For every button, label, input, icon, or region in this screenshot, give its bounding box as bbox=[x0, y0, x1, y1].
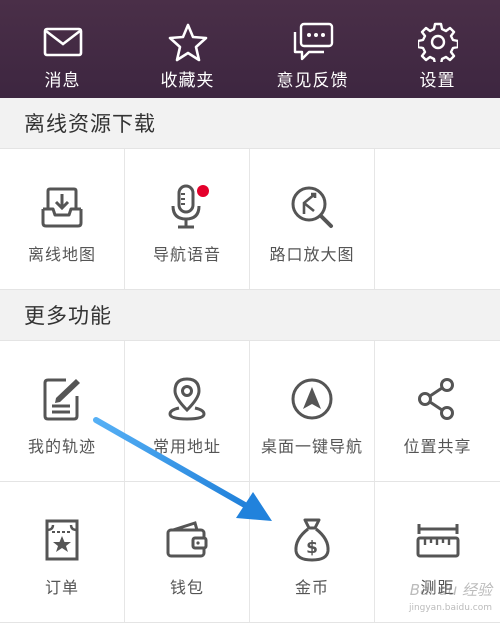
desktop-navigation-label: 桌面一键导航 bbox=[260, 437, 363, 456]
navigation-arrow-icon bbox=[288, 375, 336, 423]
measure-distance-label: 测距 bbox=[420, 578, 455, 597]
gold-coins-label: 金币 bbox=[294, 578, 329, 597]
location-share-label: 位置共享 bbox=[403, 437, 472, 456]
feedback-button[interactable]: 意见反馈 bbox=[250, 0, 375, 98]
nav-voice-label: 导航语音 bbox=[152, 245, 221, 264]
new-badge bbox=[197, 185, 209, 197]
orders-item[interactable]: 订单 bbox=[0, 482, 125, 622]
orders-label: 订单 bbox=[44, 578, 79, 597]
junction-zoom-label: 路口放大图 bbox=[269, 245, 355, 264]
share-icon bbox=[414, 375, 462, 423]
settings-button[interactable]: 设置 bbox=[375, 0, 500, 98]
offline-section-title: 离线资源下载 bbox=[0, 98, 500, 148]
top-toolbar: 消息 收藏夹 意见反馈 设置 bbox=[0, 0, 500, 98]
common-address-item[interactable]: 常用地址 bbox=[125, 341, 250, 481]
junction-zoom-icon bbox=[288, 183, 336, 231]
favorites-button[interactable]: 收藏夹 bbox=[125, 0, 250, 98]
money-bag-icon: $ bbox=[288, 516, 336, 564]
messages-label: 消息 bbox=[44, 71, 81, 91]
offline-grid: 离线地图 导航语音 路口放大图 bbox=[0, 148, 500, 290]
wallet-label: 钱包 bbox=[169, 578, 204, 597]
junction-zoom-item[interactable]: 路口放大图 bbox=[250, 149, 375, 289]
envelope-icon bbox=[41, 22, 85, 62]
feedback-label: 意见反馈 bbox=[276, 71, 349, 91]
my-track-item[interactable]: 我的轨迹 bbox=[0, 341, 125, 481]
download-tray-icon bbox=[38, 183, 86, 231]
more-grid-row-2: 订单 钱包 $ 金币 测距 bbox=[0, 482, 500, 623]
more-grid-row-1: 我的轨迹 常用地址 桌面一键导航 位置共享 bbox=[0, 340, 500, 482]
microphone-icon bbox=[163, 183, 211, 231]
wallet-icon bbox=[163, 516, 211, 564]
settings-label: 设置 bbox=[419, 71, 456, 91]
common-address-label: 常用地址 bbox=[152, 437, 221, 456]
svg-text:$: $ bbox=[306, 538, 318, 558]
offline-map-label: 离线地图 bbox=[27, 245, 96, 264]
track-edit-icon bbox=[38, 375, 86, 423]
wallet-item[interactable]: 钱包 bbox=[125, 482, 250, 622]
messages-button[interactable]: 消息 bbox=[0, 0, 125, 98]
star-icon bbox=[166, 22, 210, 62]
chat-bubble-icon bbox=[291, 22, 335, 62]
gear-icon bbox=[416, 22, 460, 62]
offline-map-item[interactable]: 离线地图 bbox=[0, 149, 125, 289]
nav-voice-item[interactable]: 导航语音 bbox=[125, 149, 250, 289]
location-share-item[interactable]: 位置共享 bbox=[375, 341, 500, 481]
measure-distance-item[interactable]: 测距 bbox=[375, 482, 500, 622]
my-track-label: 我的轨迹 bbox=[27, 437, 96, 456]
desktop-navigation-item[interactable]: 桌面一键导航 bbox=[250, 341, 375, 481]
ruler-icon bbox=[414, 516, 462, 564]
gold-coins-item[interactable]: $ 金币 bbox=[250, 482, 375, 622]
favorites-label: 收藏夹 bbox=[160, 71, 215, 91]
location-pin-icon bbox=[163, 375, 211, 423]
empty-cell bbox=[375, 149, 500, 289]
ticket-icon bbox=[38, 516, 86, 564]
more-section-title: 更多功能 bbox=[0, 290, 500, 340]
